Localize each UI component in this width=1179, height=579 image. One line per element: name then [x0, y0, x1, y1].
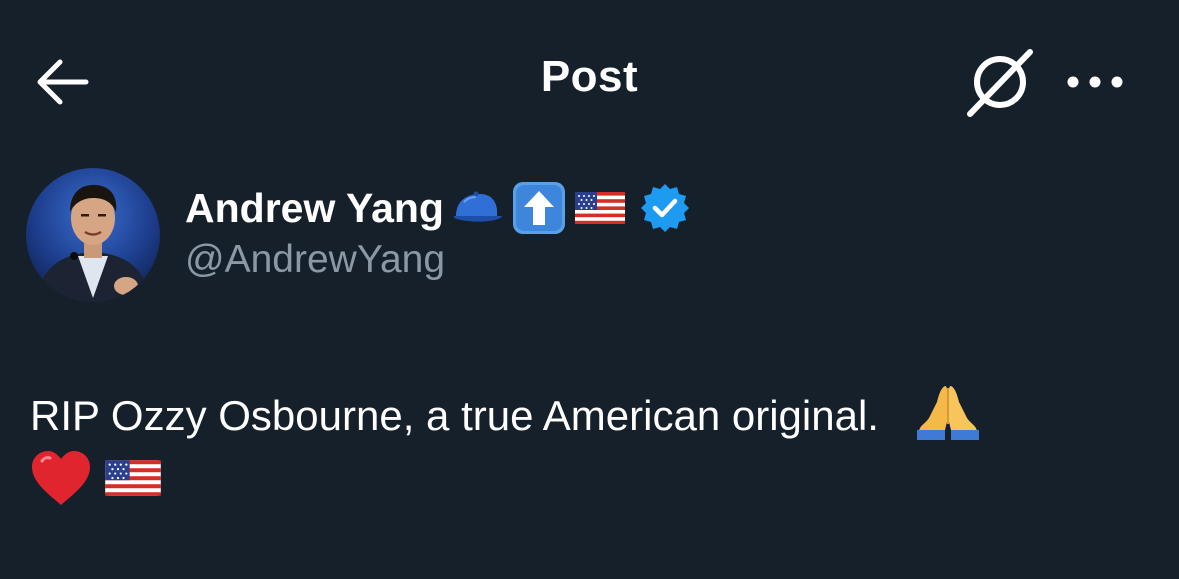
grok-icon: [967, 49, 1033, 117]
cap-icon: [453, 191, 502, 222]
us-flag-icon: [574, 192, 625, 224]
grok-button[interactable]: [962, 44, 1038, 120]
red-heart-icon: [32, 451, 90, 505]
profile-photo: [26, 168, 160, 302]
post-text-line: RIP Ozzy Osbourne, a true American origi…: [30, 392, 879, 439]
avatar[interactable]: [26, 168, 160, 302]
author-display-name[interactable]: Andrew Yang: [185, 185, 444, 232]
post-emoji-line: [30, 446, 162, 510]
post-text: RIP Ozzy Osbourne, a true American origi…: [30, 382, 981, 445]
more-options-button[interactable]: [1060, 60, 1130, 104]
us-flag-icon: [105, 460, 161, 496]
author-name-row[interactable]: Andrew Yang: [185, 178, 690, 238]
top-bar: Post: [0, 0, 1179, 150]
post-page: Post Andrew Yang @AndrewYang RIP Ozzy Os…: [0, 0, 1179, 579]
more-horizontal-icon: [1067, 76, 1123, 88]
folded-hands-icon: [916, 386, 979, 440]
author-handle[interactable]: @AndrewYang: [185, 238, 445, 282]
verified-badge-icon[interactable]: [640, 183, 690, 233]
up-arrow-icon: [512, 182, 565, 234]
